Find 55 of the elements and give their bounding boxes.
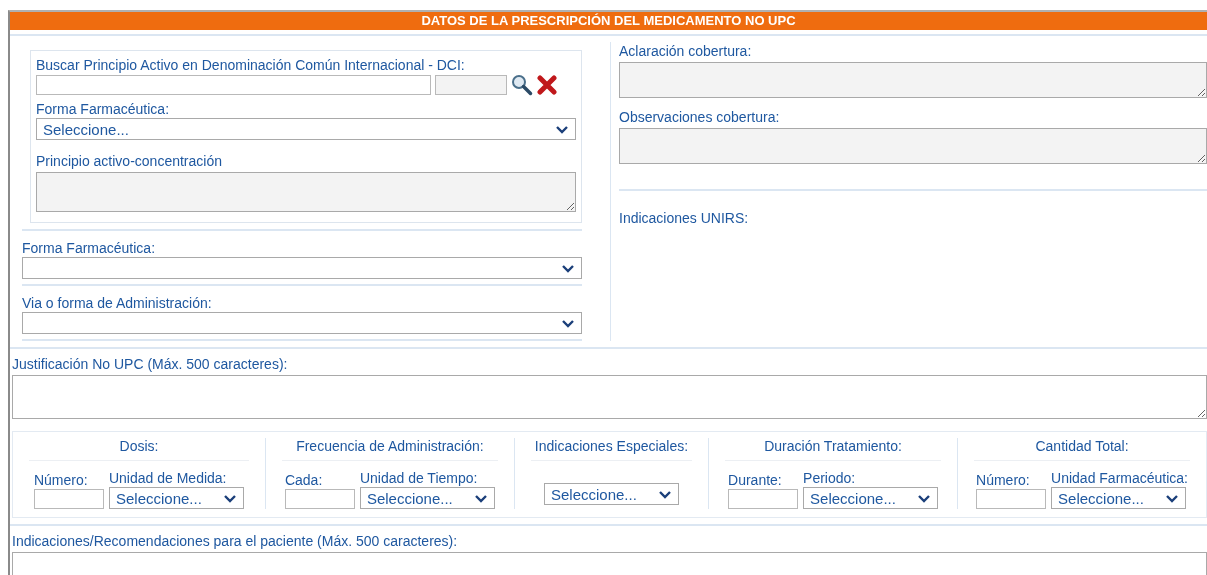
chevron-down-icon [917,493,932,503]
chevron-down-icon [658,489,672,499]
select-field[interactable]: Seleccione... [108,487,244,509]
number-field[interactable] [728,489,799,509]
field-label: Forma Farmacéutica: [22,239,157,257]
field-label: Número: [33,471,89,489]
select-value: Seleccione... [366,489,453,507]
field-label: Durante: [728,471,783,489]
select-field[interactable] [22,312,582,334]
field-label: Via o forma de Administración: [22,294,213,312]
chevron-down-icon [561,263,575,273]
search-icon[interactable] [511,74,533,96]
field-label: Aclaración cobertura: [619,42,753,60]
field-label: Principio activo-concentración [36,152,223,170]
field-label: Unidad de Medida: [108,469,228,487]
select-value: Seleccione... [115,489,202,507]
field-label: Justificación No UPC (Máx. 500 caracteres): [12,355,289,373]
chevron-down-icon [561,318,575,328]
chevron-down-icon [222,493,237,503]
field-label: Periodo: [803,469,857,487]
close-icon[interactable] [537,75,557,95]
field-label: Indicaciones UNIRS: [619,209,750,227]
number-field[interactable] [284,489,355,509]
select-field[interactable]: Seleccione... [544,483,679,505]
select-field[interactable] [22,257,582,279]
chevron-down-icon [555,124,569,134]
chevron-down-icon [1165,493,1180,503]
field-label: Indicaciones/Recomendaciones para el paciente (Máx. 500 caracteres): [12,532,459,550]
select-field[interactable]: Seleccione... [803,487,939,509]
text-area[interactable] [12,375,1207,419]
chevron-down-icon [473,493,488,503]
group-title: Indicaciones Especiales: [530,438,693,461]
select-field[interactable]: Seleccione... [359,487,495,509]
group-title: Frecuencia de Administración: [281,438,498,461]
select-value: Seleccione... [551,485,637,503]
number-field[interactable] [33,489,104,509]
select-value: Seleccione... [810,489,896,507]
field-label: Unidad Farmacéutica: [1051,469,1188,487]
group-title: Duración Tratamiento: [725,438,942,461]
code-field[interactable] [435,75,507,95]
group-title: Cantidad Total: [974,438,1190,461]
select-field[interactable]: Seleccione... [36,118,576,140]
section-header: DATOS DE LA PRESCRIPCIÓN DEL MEDICAMENTO NO UPC [10,12,1207,30]
select-value: Seleccione... [1058,489,1144,507]
field-label: Forma Farmacéutica: [36,100,171,118]
field-label: Buscar Principio Activo en Denominación Común Internacional - DCI: [36,56,466,74]
field-label: Cada: [284,471,324,489]
search-field[interactable] [36,75,431,95]
field-label: Número: [976,471,1031,489]
field-label: Observaciones cobertura: [619,108,781,126]
select-value: Seleccione... [43,120,129,138]
group-title: Dosis: [29,438,249,461]
field-label: Unidad de Tiempo: [359,469,479,487]
select-field[interactable]: Seleccione... [1051,487,1187,509]
number-field[interactable] [976,489,1047,509]
